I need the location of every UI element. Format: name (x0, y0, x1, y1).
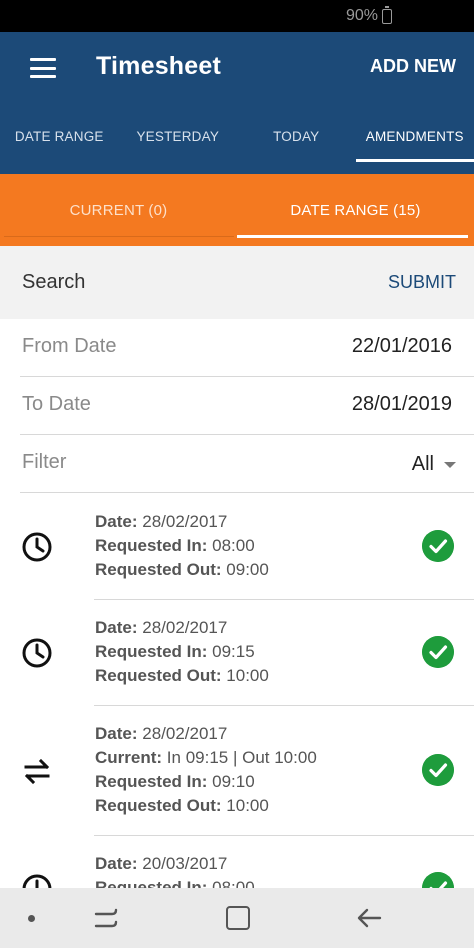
submit-button[interactable]: SUBMIT (388, 272, 456, 293)
swap-icon (24, 758, 50, 785)
main-tabs: DATE RANGE YESTERDAY TODAY AMENDMENTS (0, 120, 474, 170)
item-requested-out: 10:00 (226, 796, 269, 815)
sub-tab-current[interactable]: CURRENT (0) (0, 174, 237, 246)
battery-icon (382, 6, 392, 24)
item-requested-in: 09:10 (212, 772, 255, 791)
list-item[interactable]: Date: 28/02/2017 Requested In: 08:00 Req… (0, 494, 474, 600)
item-date: 20/03/2017 (142, 854, 228, 873)
item-requested-in: 08:00 (212, 536, 255, 555)
list-item[interactable]: Date: 28/02/2017 Current: In 09:15 | Out… (0, 706, 474, 836)
tab-amendments[interactable]: AMENDMENTS (355, 120, 474, 170)
to-date-field[interactable]: To Date 28/01/2019 (0, 377, 474, 435)
page-title: Timesheet (96, 52, 222, 80)
item-details: Date: 28/02/2017 Current: In 09:15 | Out… (95, 724, 317, 815)
search-label: Search (22, 271, 86, 293)
from-date-label: From Date (22, 335, 117, 357)
approved-check-icon (422, 636, 454, 668)
sub-tabs: CURRENT (0) DATE RANGE (15) (0, 174, 474, 246)
home-icon[interactable] (226, 906, 250, 930)
tab-yesterday[interactable]: YESTERDAY (119, 120, 238, 170)
item-details: Date: 28/02/2017 Requested In: 09:15 Req… (95, 618, 269, 685)
item-requested-out: 10:00 (226, 666, 269, 685)
to-date-label: To Date (22, 393, 91, 415)
dropdown-caret-icon (444, 461, 456, 468)
recent-apps-icon[interactable] (93, 905, 119, 931)
item-details: Date: 28/02/2017 Requested In: 08:00 Req… (95, 512, 269, 579)
hamburger-menu-icon[interactable] (30, 58, 56, 78)
item-requested-out: 09:00 (226, 560, 269, 579)
add-new-button[interactable]: ADD NEW (370, 56, 456, 77)
search-row: Search SUBMIT (0, 246, 474, 319)
app-bar: Timesheet ADD NEW DATE RANGE YESTERDAY T… (0, 32, 474, 174)
sub-tab-date-range[interactable]: DATE RANGE (15) (237, 174, 474, 246)
approved-check-icon (422, 754, 454, 786)
filter-label: Filter (22, 451, 67, 473)
filter-dropdown[interactable]: All (412, 453, 456, 476)
item-date: 28/02/2017 (142, 724, 228, 743)
item-current: In 09:15 | Out 10:00 (166, 748, 317, 767)
back-arrow-icon[interactable] (356, 905, 382, 931)
approved-check-icon (422, 530, 454, 562)
from-date-field[interactable]: From Date 22/01/2016 (0, 319, 474, 377)
filter-value: All (411, 453, 434, 475)
filter-field[interactable]: Filter All (0, 435, 474, 493)
item-date: 28/02/2017 (142, 618, 228, 637)
clock-icon (22, 638, 52, 668)
status-bar: 90% (0, 0, 474, 32)
list-item[interactable]: Date: 28/02/2017 Requested In: 09:15 Req… (0, 600, 474, 706)
nav-dot-icon[interactable] (28, 915, 35, 922)
battery-level: 90% (345, 7, 378, 24)
system-nav-bar (0, 888, 474, 948)
item-requested-in: 09:15 (212, 642, 255, 661)
clock-icon (22, 532, 52, 562)
tab-today[interactable]: TODAY (237, 120, 356, 170)
item-date: 28/02/2017 (142, 512, 228, 531)
from-date-value[interactable]: 22/01/2016 (352, 335, 452, 358)
tab-date-range[interactable]: DATE RANGE (0, 120, 119, 170)
to-date-value[interactable]: 28/01/2019 (352, 393, 452, 416)
